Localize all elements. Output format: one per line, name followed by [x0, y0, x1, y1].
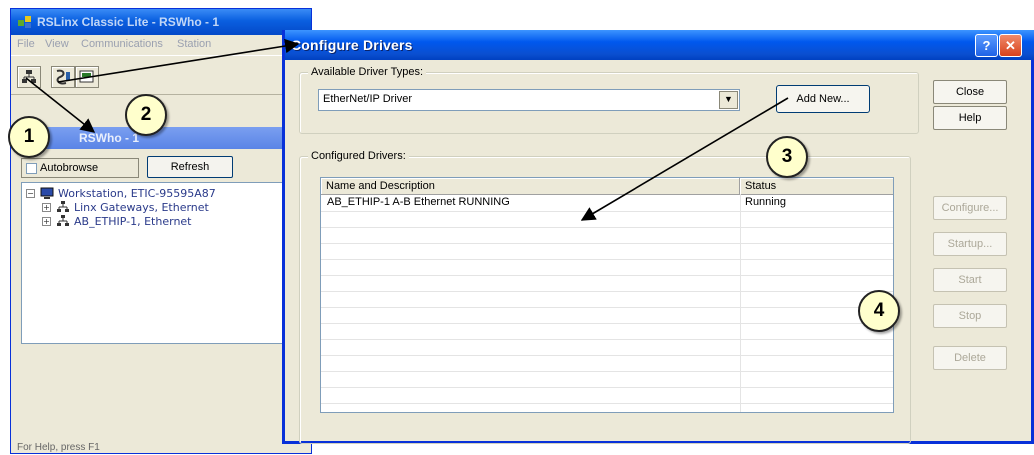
add-new-button[interactable]: Add New... — [776, 85, 870, 113]
column-header-name[interactable]: Name and Description — [321, 178, 740, 195]
column-header-name-label: Name and Description — [326, 180, 435, 192]
start-button[interactable]: Start — [933, 268, 1007, 292]
list-row-divider — [321, 387, 893, 388]
configured-drivers-list[interactable]: Name and Description Status AB_ETHIP-1 A… — [320, 177, 894, 413]
callout-3: 3 — [766, 136, 808, 178]
dialog-title-bar[interactable]: Configure Drivers ? ✕ — [285, 30, 1034, 60]
list-row-divider — [321, 355, 893, 356]
list-row-divider — [321, 243, 893, 244]
available-driver-types-label: Available Driver Types: — [308, 66, 427, 78]
available-driver-types-group: Available Driver Types: EtherNet/IP Driv… — [299, 66, 919, 134]
expand-toggle[interactable]: + — [42, 217, 51, 226]
driver-name-cell[interactable]: AB_ETHIP-1 A-B Ethernet RUNNING — [327, 196, 510, 208]
rswho-toolbar-button[interactable] — [17, 66, 41, 88]
menu-bar: File View Communications Station — [11, 36, 311, 54]
driver-type-dropdown[interactable]: EtherNet/IP Driver ▼ — [318, 89, 740, 111]
help-button[interactable]: Help — [933, 106, 1007, 130]
callout-1: 1 — [8, 116, 50, 158]
menu-view[interactable]: View — [45, 38, 69, 50]
menu-communications[interactable]: Communications — [81, 38, 163, 50]
list-row-divider — [321, 371, 893, 372]
list-row-divider — [321, 403, 893, 404]
configure-button[interactable]: Configure... — [933, 196, 1007, 220]
delete-button[interactable]: Delete — [933, 346, 1007, 370]
list-row-divider — [321, 259, 893, 260]
rswho-title-bar[interactable]: RSWho - 1 — [15, 127, 311, 149]
autobrowse-label: Autobrowse — [40, 162, 99, 174]
network-icon — [57, 201, 69, 212]
topic-config-icon — [79, 70, 94, 83]
workstation-icon — [40, 187, 54, 199]
list-row-divider — [321, 275, 893, 276]
driver-config-icon — [56, 69, 70, 85]
rslinx-app-icon — [18, 16, 31, 28]
tree-node-label: Workstation, ETIC-95595A87 — [58, 187, 216, 200]
configure-drivers-dialog: Configure Drivers ? ✕ Available Driver T… — [282, 30, 1034, 444]
expand-toggle[interactable]: + — [42, 203, 51, 212]
list-row-divider — [321, 307, 893, 308]
list-row-divider — [321, 323, 893, 324]
list-row-divider — [321, 227, 893, 228]
chevron-down-icon[interactable]: ▼ — [719, 91, 738, 109]
menu-file[interactable]: File — [17, 38, 35, 50]
rswho-panel: Autobrowse Refresh − Workstation, ETIC-9… — [15, 150, 313, 410]
callout-4: 4 — [858, 290, 900, 332]
main-window-title: RSLinx Classic Lite - RSWho - 1 — [37, 15, 220, 29]
status-text: For Help, press F1 — [17, 442, 100, 453]
network-tree[interactable]: − Workstation, ETIC-95595A87 + Linx Gate… — [21, 182, 313, 344]
help-icon[interactable]: ? — [975, 34, 998, 57]
tree-node-label: Linx Gateways, Ethernet — [74, 201, 209, 214]
menu-station[interactable]: Station — [177, 38, 211, 50]
refresh-button[interactable]: Refresh — [147, 156, 233, 178]
rslinx-main-window: RSLinx Classic Lite - RSWho - 1 File Vie… — [10, 8, 313, 455]
collapse-toggle[interactable]: − — [26, 189, 35, 198]
close-icon[interactable]: ✕ — [999, 34, 1022, 57]
network-icon — [57, 215, 69, 226]
topic-config-toolbar-button[interactable] — [75, 66, 99, 88]
close-button[interactable]: Close — [933, 80, 1007, 104]
configured-drivers-label: Configured Drivers: — [308, 150, 409, 162]
tree-node-label: AB_ETHIP-1, Ethernet — [74, 215, 192, 228]
toolbar — [11, 55, 311, 95]
list-row-divider — [321, 339, 893, 340]
driver-status-cell[interactable]: Running — [745, 196, 786, 208]
driver-type-value: EtherNet/IP Driver — [323, 93, 413, 105]
configure-drivers-toolbar-button[interactable] — [51, 66, 75, 88]
list-column-divider — [740, 194, 741, 412]
list-row-divider — [321, 291, 893, 292]
column-header-status-label: Status — [745, 180, 777, 192]
main-title-bar[interactable]: RSLinx Classic Lite - RSWho - 1 — [11, 9, 311, 35]
dialog-title: Configure Drivers — [291, 37, 413, 53]
configured-drivers-group: Configured Drivers: Name and Description… — [299, 150, 911, 444]
network-tree-icon — [22, 70, 36, 83]
autobrowse-checkbox[interactable]: Autobrowse — [21, 158, 139, 178]
status-bar: For Help, press F1 — [11, 441, 311, 455]
column-header-status[interactable]: Status — [740, 178, 893, 195]
autobrowse-check-box[interactable] — [26, 163, 37, 174]
startup-button[interactable]: Startup... — [933, 232, 1007, 256]
callout-2: 2 — [125, 94, 167, 136]
rswho-window-title: RSWho - 1 — [79, 131, 139, 145]
list-row-divider — [321, 211, 893, 212]
stop-button[interactable]: Stop — [933, 304, 1007, 328]
